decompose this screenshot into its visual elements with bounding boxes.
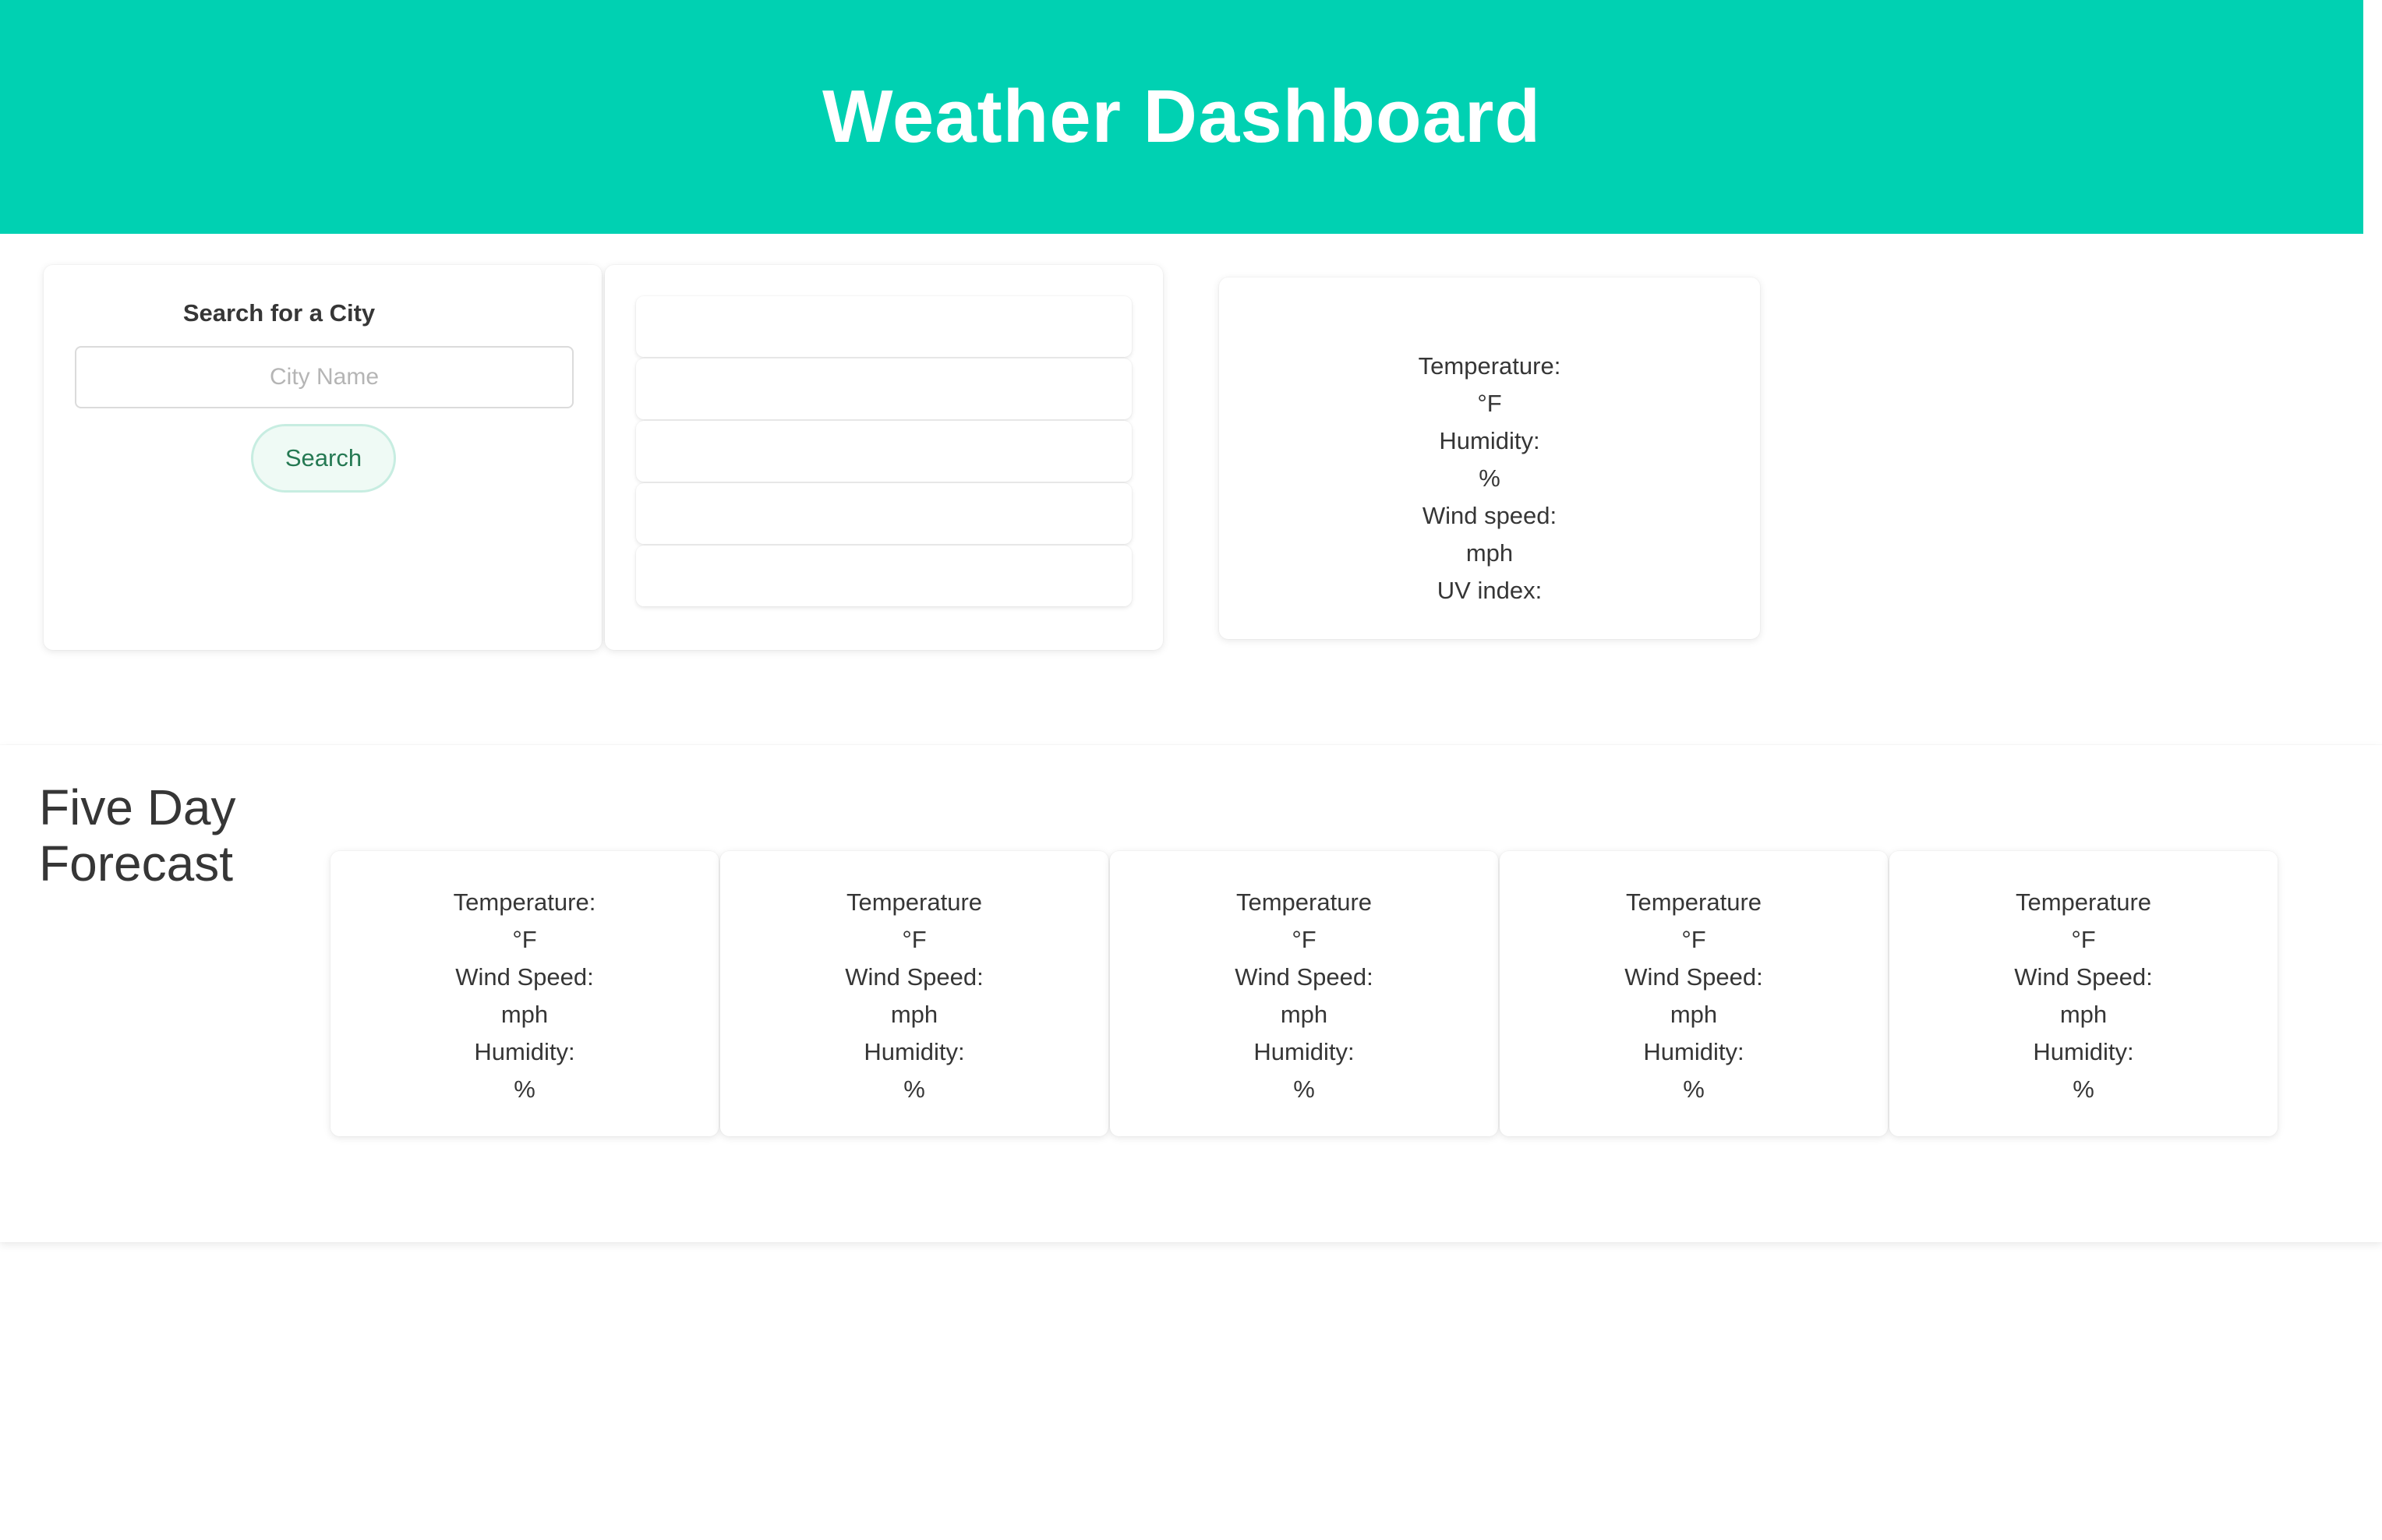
history-item[interactable] — [636, 359, 1132, 419]
current-weather-details: Temperature: °F Humidity: % Wind speed: … — [1219, 348, 1760, 609]
forecast-wind-label: Wind Speed: — [1624, 963, 1763, 991]
forecast-humidity-label: Humidity: — [1253, 1038, 1355, 1065]
current-wind-label: Wind speed: — [1422, 502, 1557, 529]
history-item[interactable] — [636, 546, 1132, 606]
forecast-temperature-label: Temperature — [846, 888, 983, 916]
forecast-temperature-unit: °F — [902, 926, 927, 953]
forecast-humidity-unit: % — [2073, 1076, 2094, 1103]
forecast-wind-label: Wind Speed: — [2014, 963, 2153, 991]
forecast-card: Temperature: °F Wind Speed: mph Humidity… — [330, 851, 719, 1136]
forecast-temperature-unit: °F — [1292, 926, 1316, 953]
forecast-wind-unit: mph — [500, 1001, 549, 1028]
forecast-humidity-unit: % — [1293, 1076, 1315, 1103]
forecast-humidity-label: Humidity: — [474, 1038, 575, 1065]
forecast-temperature-label: Temperature — [2015, 888, 2152, 916]
current-weather-card: Temperature: °F Humidity: % Wind speed: … — [1219, 277, 1760, 639]
forecast-card-details: Temperature °F Wind Speed: mph Humidity:… — [720, 884, 1108, 1108]
forecast-card-details: Temperature °F Wind Speed: mph Humidity:… — [1500, 884, 1888, 1108]
forecast-humidity-unit: % — [1683, 1076, 1705, 1103]
forecast-wind-unit: mph — [2059, 1001, 2108, 1028]
forecast-card: Temperature °F Wind Speed: mph Humidity:… — [1110, 851, 1498, 1136]
page-header: Weather Dashboard — [0, 0, 2363, 234]
forecast-humidity-unit: % — [514, 1076, 535, 1103]
search-title: Search for a City — [182, 299, 376, 327]
forecast-temperature-label: Temperature — [1625, 888, 1762, 916]
forecast-wind-unit: mph — [1670, 1001, 1718, 1028]
current-uv-label: UV index: — [1437, 577, 1543, 604]
forecast-temperature-unit: °F — [2071, 926, 2096, 953]
current-wind-unit: mph — [1465, 539, 1514, 567]
current-humidity-unit: % — [1479, 464, 1500, 492]
forecast-card-details: Temperature °F Wind Speed: mph Humidity:… — [1110, 884, 1498, 1108]
search-button[interactable]: Search — [251, 424, 396, 493]
current-humidity-label: Humidity: — [1439, 427, 1540, 454]
forecast-card-details: Temperature °F Wind Speed: mph Humidity:… — [1889, 884, 2278, 1108]
current-temperature-unit: °F — [1477, 390, 1502, 417]
forecast-card: Temperature °F Wind Speed: mph Humidity:… — [1500, 851, 1888, 1136]
forecast-wind-label: Wind Speed: — [455, 963, 594, 991]
forecast-card: Temperature °F Wind Speed: mph Humidity:… — [1889, 851, 2278, 1136]
forecast-wind-unit: mph — [890, 1001, 938, 1028]
history-item[interactable] — [636, 296, 1132, 357]
forecast-humidity-unit: % — [903, 1076, 925, 1103]
forecast-temperature-label: Temperature: — [453, 888, 596, 916]
forecast-humidity-label: Humidity: — [864, 1038, 965, 1065]
page-title: Weather Dashboard — [822, 75, 1542, 158]
city-search-input[interactable] — [75, 346, 574, 408]
history-item[interactable] — [636, 483, 1132, 544]
forecast-wind-unit: mph — [1280, 1001, 1328, 1028]
forecast-humidity-label: Humidity: — [2033, 1038, 2134, 1065]
forecast-temperature-label: Temperature — [1235, 888, 1373, 916]
forecast-wind-label: Wind Speed: — [845, 963, 984, 991]
forecast-card: Temperature °F Wind Speed: mph Humidity:… — [720, 851, 1108, 1136]
forecast-temperature-unit: °F — [512, 926, 537, 953]
history-item[interactable] — [636, 421, 1132, 482]
forecast-wind-label: Wind Speed: — [1235, 963, 1373, 991]
current-temperature-label: Temperature: — [1418, 352, 1561, 380]
forecast-title: Five Day Forecast — [39, 779, 236, 892]
forecast-temperature-unit: °F — [1681, 926, 1706, 953]
forecast-card-details: Temperature: °F Wind Speed: mph Humidity… — [330, 884, 719, 1108]
forecast-humidity-label: Humidity: — [1643, 1038, 1744, 1065]
